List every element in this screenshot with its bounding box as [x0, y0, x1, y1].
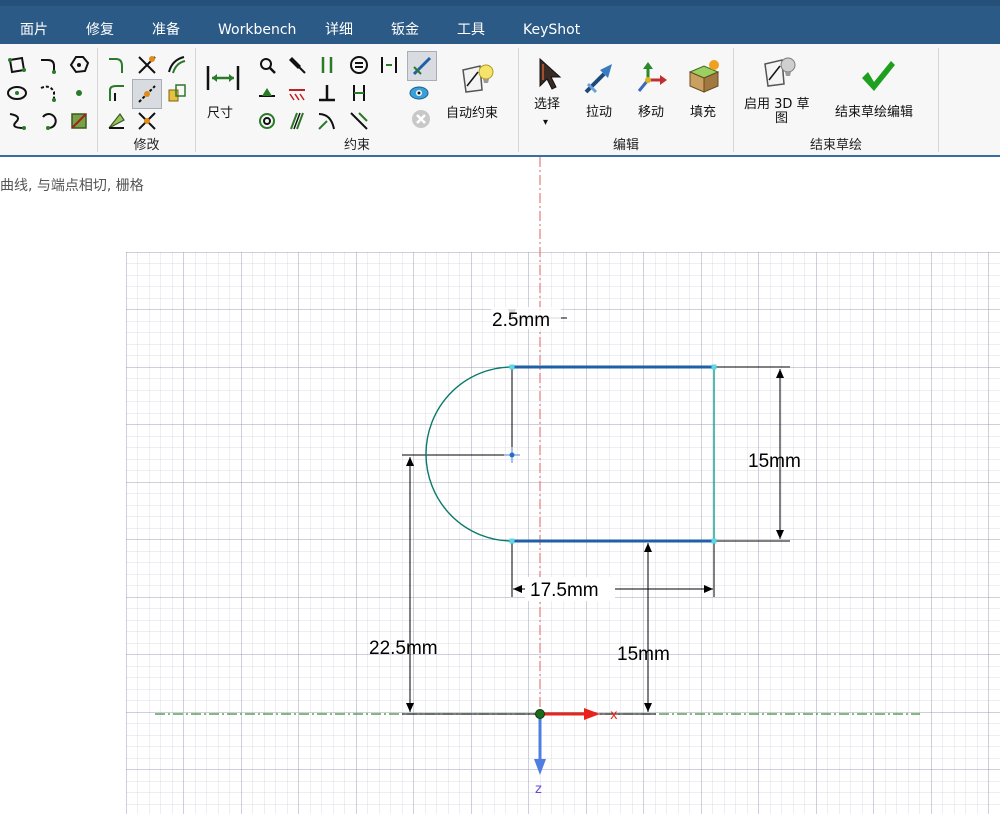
extend-tool-icon[interactable]	[106, 82, 128, 104]
dimension-icon[interactable]	[205, 60, 241, 96]
dimension-center-height[interactable]: 22.5mm	[369, 638, 438, 659]
x-axis-label: x	[610, 708, 618, 723]
dimension-height[interactable]: 15mm	[748, 451, 801, 472]
intersect-tool-icon[interactable]	[136, 110, 158, 132]
point-tool-icon[interactable]	[68, 82, 90, 104]
split-tool-button[interactable]	[132, 79, 162, 109]
midpoint-constraint-icon[interactable]	[378, 54, 400, 76]
parallel-constraint-icon[interactable]	[316, 54, 338, 76]
fillet-tool-icon[interactable]	[106, 54, 128, 76]
pull-icon[interactable]	[582, 60, 618, 96]
show-constraints-icon[interactable]	[408, 82, 430, 104]
status-hint: 曲线, 与端点相切, 栅格	[0, 178, 144, 194]
checkmark-icon[interactable]	[860, 58, 896, 94]
major-grid	[126, 252, 1000, 814]
horizontal-constraint-icon[interactable]	[256, 82, 278, 104]
z-axis-label: z	[535, 782, 542, 797]
enable-3d-sketch-label[interactable]: 启用 3D 草	[744, 97, 810, 112]
enable-3d-sketch-label-line2[interactable]: 图	[775, 111, 788, 126]
coincident-constraint-icon[interactable]	[256, 54, 278, 76]
end-sketch-button-label[interactable]: 结束草绘编辑	[835, 105, 913, 120]
move-button-label[interactable]: 移动	[638, 105, 664, 120]
auto-constrain-button-label[interactable]: 自动约束	[446, 106, 498, 121]
auto-constrain-icon[interactable]	[460, 60, 496, 96]
trim-tool-icon[interactable]	[136, 54, 158, 76]
tab-keyshot[interactable]: KeyShot	[523, 20, 580, 40]
dimension-button-label[interactable]: 尺寸	[207, 106, 233, 121]
dimension-top-offset[interactable]: 2.5mm	[492, 310, 550, 331]
separator	[938, 48, 939, 152]
tab-facet[interactable]: 面片	[20, 20, 48, 40]
ribbon: 修改 尺寸 自动约束 约束 选择 ▾ 拉动 移动 填充 编辑 启用 3D 草 图…	[0, 44, 1000, 157]
offset-tool-icon[interactable]	[166, 54, 188, 76]
tab-sheet-metal[interactable]: 钣金	[391, 20, 419, 40]
group-label-modify: 修改	[133, 138, 160, 153]
perpendicular-constraint-icon[interactable]	[316, 82, 338, 104]
arc-corner-tool-icon[interactable]	[38, 54, 60, 76]
select-dropdown-arrow[interactable]: ▾	[543, 115, 548, 130]
rectangle-tool-icon[interactable]	[6, 54, 28, 76]
sketch-canvas[interactable]: 2.5mm 15mm 17.5mm 22.5mm 15mm x z	[0, 157, 1000, 814]
tangent-arc-tool-icon[interactable]	[38, 82, 60, 104]
group-label-edit: 编辑	[612, 138, 639, 153]
select-button-label[interactable]: 选择	[534, 97, 560, 112]
polygon-tool-icon[interactable]	[68, 54, 90, 76]
group-label-finish-sketch: 结束草绘	[809, 138, 862, 153]
tangent-curve-constraint-icon[interactable]	[316, 110, 338, 132]
sketch-face-tool-icon[interactable]	[68, 110, 90, 132]
dimension-bottom-height[interactable]: 15mm	[617, 644, 670, 665]
pull-button-label[interactable]: 拉动	[586, 105, 612, 120]
fixed-constraint-icon[interactable]	[286, 82, 308, 104]
pin-constraint-icon[interactable]	[286, 54, 308, 76]
fill-button-label[interactable]: 填充	[690, 105, 716, 120]
symmetric-constraint-icon[interactable]	[286, 110, 308, 132]
collinear-constraint-icon[interactable]	[348, 110, 370, 132]
select-arrow-icon[interactable]	[532, 56, 568, 92]
move-copy-tool-icon[interactable]	[166, 82, 188, 104]
fill-icon[interactable]	[686, 58, 722, 94]
tab-workbench[interactable]: Workbench	[218, 20, 296, 40]
tangent-constraint-icon	[412, 56, 432, 76]
concentric-constraint-icon[interactable]	[256, 110, 278, 132]
tab-detail[interactable]: 详细	[325, 20, 353, 40]
three-point-arc-tool-icon[interactable]	[38, 110, 60, 132]
menu-bar: 面片 修复 准备 Workbench 详细 钣金 工具 KeyShot	[0, 0, 1000, 44]
tab-tools[interactable]: 工具	[457, 20, 485, 40]
tab-prepare[interactable]: 准备	[152, 20, 180, 40]
enable-3d-sketch-icon[interactable]	[762, 54, 798, 90]
split-tool-icon	[138, 85, 156, 103]
equal-constraint-icon[interactable]	[348, 54, 370, 76]
move-icon[interactable]	[634, 60, 670, 96]
title-strip	[0, 0, 1000, 6]
vertical-constraint-icon[interactable]	[348, 82, 370, 104]
tab-repair[interactable]: 修复	[86, 20, 114, 40]
delete-constraints-icon[interactable]	[410, 108, 432, 130]
project-tool-icon[interactable]	[106, 110, 128, 132]
group-label-constraint: 约束	[343, 138, 370, 153]
spline-tool-icon[interactable]	[6, 110, 28, 132]
tangent-constraint-button[interactable]	[407, 51, 437, 81]
ellipse-tool-icon[interactable]	[6, 82, 28, 104]
dimension-width[interactable]: 17.5mm	[530, 580, 599, 601]
